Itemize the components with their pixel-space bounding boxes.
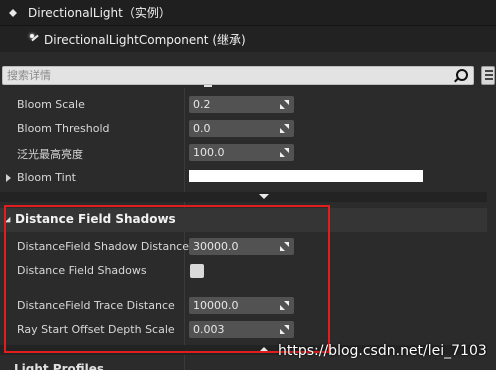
property-row-bloom-scale: Bloom Scale [0,93,496,117]
property-row-bloom-threshold: Bloom Threshold [0,117,496,141]
bloom-scale-field[interactable] [189,96,294,113]
bloom-max-brightness-field[interactable] [189,144,294,161]
scrollbar[interactable] [487,88,496,370]
view-options-button[interactable] [481,66,495,85]
watermark-text: https://blog.csdn.net/lei_7103 [278,343,487,359]
chevron-down-icon[interactable] [259,194,269,199]
property-label: 泛光最高亮度 [17,148,83,161]
window-title: DirectionalLight（实例） [28,6,171,20]
bloom-max-brightness-input[interactable] [193,144,277,161]
property-label: Bloom Threshold [17,122,110,135]
bloom-threshold-input[interactable] [193,120,277,137]
partial-row-indicator [204,85,212,87]
search-box[interactable] [2,66,474,85]
bloom-threshold-field[interactable] [189,120,294,137]
property-label: Bloom Tint [17,171,76,184]
drag-resize-icon[interactable] [280,100,289,109]
advanced-toggle[interactable] [0,192,496,202]
component-label: DirectionalLightComponent (继承) [44,32,246,47]
property-row-bloom-max-brightness: 泛光最高亮度 [0,141,496,165]
expand-arrow-icon[interactable] [6,174,11,182]
actor-icon [9,7,21,19]
bloom-scale-input[interactable] [193,96,277,113]
search-input[interactable] [7,67,447,84]
component-row[interactable]: DirectionalLightComponent (继承) [0,26,496,52]
title-bar: DirectionalLight（实例） [0,0,496,26]
search-icon[interactable] [453,69,468,83]
directional-light-icon [30,34,40,44]
property-label: Bloom Scale [17,98,85,111]
bloom-tint-color-swatch[interactable] [189,170,423,182]
next-category-title[interactable]: Light Profiles [14,362,104,370]
property-row-bloom-tint[interactable]: Bloom Tint [0,166,496,190]
highlight-annotation-box [4,205,330,353]
drag-resize-icon[interactable] [280,124,289,133]
drag-resize-icon[interactable] [280,148,289,157]
